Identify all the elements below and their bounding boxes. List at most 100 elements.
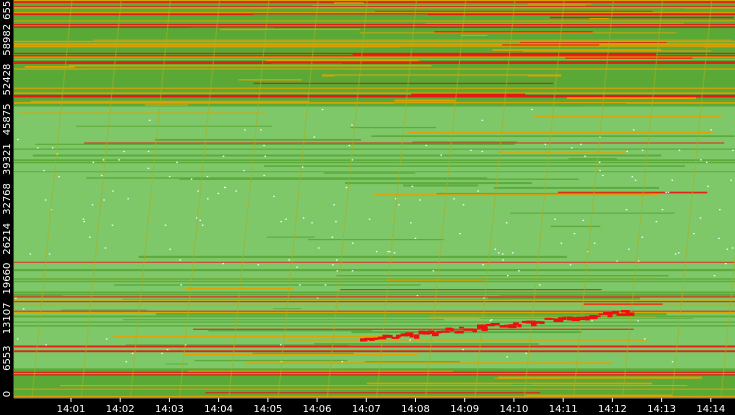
sparse-dot — [176, 161, 178, 163]
sparse-dot — [104, 247, 107, 249]
sparse-dot — [432, 270, 435, 272]
activity-line — [550, 225, 601, 228]
activity-line — [14, 299, 735, 301]
sparse-dot — [637, 260, 640, 262]
sparse-dot — [224, 186, 226, 189]
band-5 — [14, 0, 735, 107]
activity-line — [460, 34, 488, 37]
sparse-dot — [571, 147, 573, 149]
sparse-dot — [199, 219, 201, 221]
sparse-dot — [419, 199, 421, 201]
activity-line — [205, 392, 541, 394]
activity-line — [520, 42, 667, 43]
sparse-dot — [700, 159, 702, 161]
sparse-dot — [222, 263, 224, 265]
activity-line — [248, 21, 410, 24]
trail-segment — [373, 337, 379, 340]
activity-line — [125, 344, 349, 346]
activity-line — [14, 40, 735, 43]
activity-line — [165, 363, 188, 365]
activity-line — [494, 377, 562, 379]
trail-segment — [621, 310, 630, 313]
y-tick-label: 45875 — [2, 103, 13, 135]
sparse-dot — [301, 166, 304, 168]
sparse-dot — [625, 209, 628, 211]
sparse-dot — [416, 295, 419, 297]
activity-line — [194, 359, 348, 362]
trail-segment — [454, 330, 464, 334]
sparse-dot — [260, 129, 262, 131]
activity-line — [14, 159, 735, 161]
sparse-dot — [296, 266, 298, 268]
sparse-dot — [125, 361, 128, 363]
activity-line — [14, 56, 735, 58]
sparse-dot — [616, 260, 618, 262]
sparse-dot — [710, 129, 712, 131]
sparse-dot — [375, 251, 378, 253]
sparse-dot — [518, 270, 520, 272]
sparse-dot — [599, 170, 601, 172]
trail-segment — [607, 315, 613, 318]
sparse-dot — [440, 154, 442, 156]
sparse-dot — [387, 251, 389, 253]
activity-line — [179, 178, 579, 180]
activity-line — [403, 184, 479, 187]
activity-line — [336, 275, 669, 277]
activity-line — [527, 3, 592, 5]
trail-segment — [603, 312, 613, 315]
activity-line — [14, 345, 735, 348]
sparse-dot — [490, 319, 493, 321]
sparse-dot — [180, 284, 182, 286]
sparse-dot — [217, 192, 220, 195]
activity-line — [14, 52, 735, 55]
activity-line — [14, 96, 735, 98]
activity-line — [94, 381, 186, 384]
band-fill — [14, 194, 735, 278]
sparse-dot — [58, 176, 60, 178]
sparse-dot — [411, 185, 414, 187]
activity-line — [266, 236, 315, 238]
sparse-dot — [324, 284, 327, 286]
activity-line — [89, 37, 567, 39]
activity-line — [353, 36, 503, 38]
sparse-dot — [345, 186, 348, 189]
sparse-dot — [82, 218, 85, 220]
activity-line — [14, 24, 735, 25]
sparse-dot — [525, 352, 527, 354]
activity-line — [69, 64, 432, 67]
sparse-dot — [147, 150, 150, 153]
activity-line — [14, 269, 735, 272]
activity-line — [14, 280, 735, 283]
sparse-dot — [674, 253, 677, 255]
trail-segment — [495, 323, 500, 326]
sparse-dot — [112, 190, 114, 192]
sparse-dot — [699, 217, 702, 219]
trail-segment — [625, 312, 635, 316]
sparse-dot — [719, 209, 721, 211]
activity-line — [351, 331, 582, 334]
sparse-dot — [637, 320, 639, 322]
activity-line — [113, 335, 389, 338]
sparse-dot — [280, 344, 282, 346]
activity-line — [84, 142, 725, 144]
activity-line — [14, 76, 735, 79]
sparse-dot — [235, 190, 237, 192]
sparse-dot — [644, 338, 646, 340]
activity-line — [14, 388, 735, 390]
sparse-dot — [409, 339, 411, 341]
sparse-dot — [713, 275, 716, 277]
sparse-dot — [51, 147, 54, 149]
x-tick-label: 14:03 — [155, 404, 184, 415]
sparse-dot — [201, 224, 204, 226]
activity-line — [206, 380, 514, 382]
sparse-dot — [707, 185, 709, 187]
activity-line — [14, 26, 735, 28]
activity-line — [83, 69, 347, 71]
sparse-dot — [311, 222, 313, 224]
sparse-dot — [641, 149, 644, 151]
sparse-dot — [321, 108, 324, 111]
sparse-dot — [498, 252, 500, 254]
activity-line — [122, 298, 509, 300]
activity-line — [14, 161, 735, 164]
y-tick-label: 13107 — [2, 302, 13, 334]
